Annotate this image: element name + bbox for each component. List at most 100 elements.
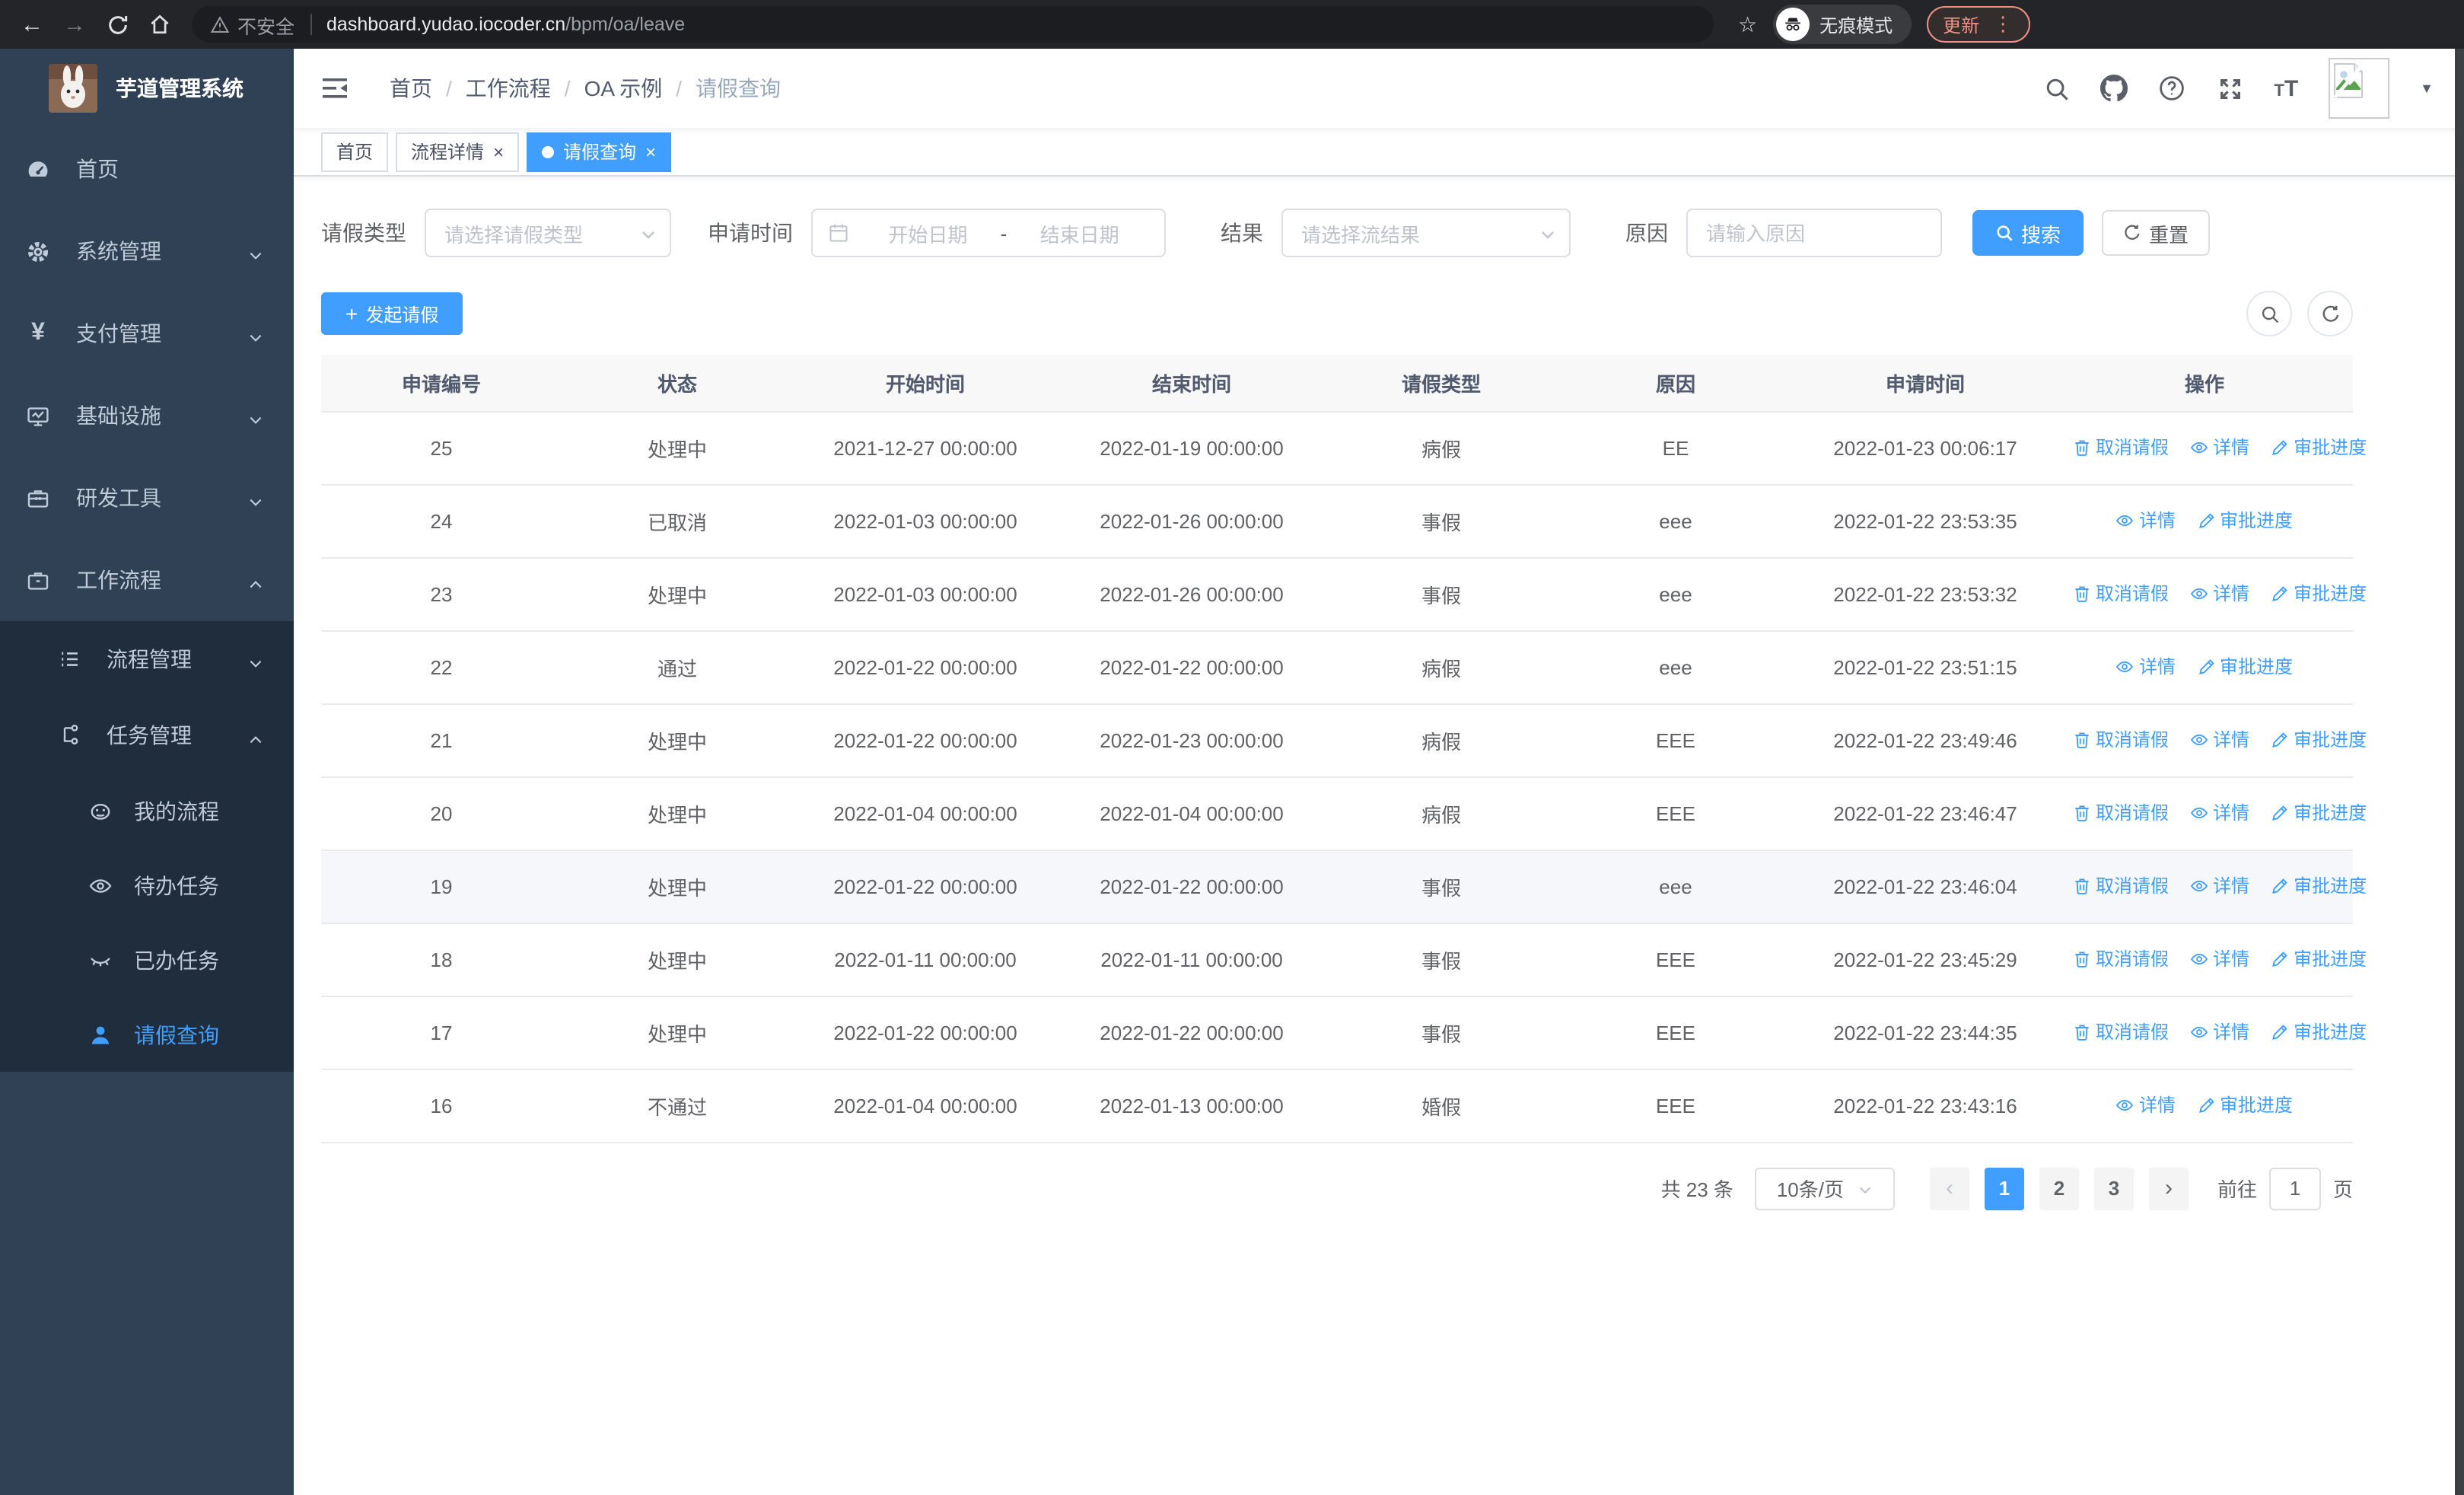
github-icon[interactable] (2100, 75, 2128, 102)
reload-icon[interactable] (97, 5, 137, 44)
breadcrumb-workflow[interactable]: 工作流程 (466, 73, 551, 104)
action-cancel-link[interactable]: 取消请假 (2073, 800, 2169, 826)
breadcrumb-home[interactable]: 首页 (390, 73, 432, 104)
reason-label: 原因 (1625, 221, 1668, 245)
fullscreen-icon[interactable] (2216, 75, 2243, 102)
action-detail-link[interactable]: 详情 (2190, 581, 2249, 607)
action-detail-link[interactable]: 详情 (2116, 508, 2176, 534)
table-row[interactable]: 18 处理中 2022-01-11 00:00:00 2022-01-11 00… (321, 923, 2367, 996)
table-row[interactable]: 16 不通过 2022-01-04 00:00:00 2022-01-13 00… (321, 1069, 2353, 1143)
reset-button-label: 重置 (2149, 223, 2189, 246)
leave-type-select[interactable]: 请选择请假类型 (425, 209, 671, 257)
sidebar-item-todo-tasks[interactable]: 待办任务 (0, 848, 294, 923)
sidebar-item-home[interactable]: 首页 (0, 128, 294, 210)
action-progress-link[interactable]: 审批进度 (2271, 873, 2367, 899)
action-detail-link[interactable]: 详情 (2190, 800, 2249, 826)
action-cancel-link[interactable]: 取消请假 (2073, 873, 2169, 899)
action-progress-link[interactable]: 审批进度 (2197, 1092, 2293, 1118)
sidebar-item-done-tasks[interactable]: 已办任务 (0, 923, 294, 997)
search-button[interactable]: 搜索 (1972, 210, 2084, 256)
table-row[interactable]: 25 处理中 2021-12-27 00:00:00 2022-01-19 00… (321, 411, 2367, 485)
sidebar-item-payment[interactable]: ¥ 支付管理 (0, 292, 294, 375)
table-row[interactable]: 22 通过 2022-01-22 00:00:00 2022-01-22 00:… (321, 630, 2353, 704)
action-progress-link[interactable]: 审批进度 (2271, 800, 2367, 826)
sidebar-item-devtools[interactable]: 研发工具 (0, 457, 294, 539)
sidebar-item-workflow[interactable]: 工作流程 (0, 539, 294, 621)
action-progress-link[interactable]: 审批进度 (2271, 946, 2367, 972)
tab-home[interactable]: 首页 (321, 132, 389, 171)
page-button-3[interactable]: 3 (2093, 1167, 2134, 1210)
action-detail-link[interactable]: 详情 (2190, 435, 2249, 461)
tab-leave-query[interactable]: 请假查询 × (527, 132, 672, 171)
page-scrollbar[interactable] (2455, 49, 2464, 1495)
action-detail-link[interactable]: 详情 (2190, 873, 2249, 899)
bookmark-star-icon[interactable]: ☆ (1738, 11, 1757, 37)
browser-menu-icon[interactable]: ⋮ (1993, 12, 2013, 37)
action-detail-link[interactable]: 详情 (2116, 654, 2176, 680)
refresh-table-button[interactable] (2307, 291, 2353, 336)
help-icon[interactable] (2158, 75, 2185, 102)
apply-time-range-picker[interactable]: 开始日期 - 结束日期 (811, 209, 1166, 257)
select-placeholder: 请选择请假类型 (444, 223, 584, 246)
table-row[interactable]: 23 处理中 2022-01-03 00:00:00 2022-01-26 00… (321, 557, 2367, 631)
breadcrumb-oa-example[interactable]: OA 示例 (584, 73, 663, 104)
action-progress-link[interactable]: 审批进度 (2271, 727, 2367, 753)
col-status: 状态 (562, 355, 793, 412)
close-icon[interactable]: × (645, 142, 656, 161)
tab-process-detail[interactable]: 流程详情 × (396, 132, 520, 171)
action-progress-link[interactable]: 审批进度 (2197, 508, 2293, 534)
sidebar-item-infrastructure[interactable]: 基础设施 (0, 375, 294, 457)
action-cancel-link[interactable]: 取消请假 (2073, 435, 2169, 461)
action-progress-link[interactable]: 审批进度 (2271, 435, 2367, 461)
prev-page-button[interactable]: ‹ (1929, 1167, 1969, 1210)
action-progress-link[interactable]: 审批进度 (2271, 1019, 2367, 1045)
action-detail-link[interactable]: 详情 (2116, 1092, 2176, 1118)
sidebar-item-system[interactable]: 系统管理 (0, 210, 294, 292)
action-progress-link[interactable]: 审批进度 (2197, 654, 2293, 680)
cell-start-time: 2022-01-22 00:00:00 (793, 630, 1058, 704)
create-leave-button[interactable]: + 发起请假 (321, 292, 463, 335)
table-row[interactable]: 24 已取消 2022-01-03 00:00:00 2022-01-26 00… (321, 484, 2353, 558)
table-row[interactable]: 17 处理中 2022-01-22 00:00:00 2022-01-22 00… (321, 996, 2367, 1069)
pen-icon (2271, 877, 2289, 895)
close-icon[interactable]: × (493, 142, 504, 161)
reason-input[interactable] (1686, 209, 1942, 257)
reset-button[interactable]: 重置 (2102, 210, 2211, 256)
goto-page-input[interactable] (2268, 1167, 2321, 1210)
home-icon[interactable] (140, 5, 180, 44)
url-bar[interactable]: 不安全 dashboard.yudao.iocoder.cn/bpm/oa/le… (192, 6, 1714, 43)
table-row[interactable]: 21 处理中 2022-01-22 00:00:00 2022-01-23 00… (321, 703, 2367, 777)
action-cancel-link[interactable]: 取消请假 (2073, 727, 2169, 753)
search-icon[interactable] (2042, 75, 2070, 102)
action-cancel-link[interactable]: 取消请假 (2073, 946, 2169, 972)
sidebar-item-label: 待办任务 (134, 873, 219, 897)
action-cancel-link[interactable]: 取消请假 (2073, 1019, 2169, 1045)
table-row[interactable]: 19 处理中 2022-01-22 00:00:00 2022-01-22 00… (321, 850, 2367, 923)
table-row[interactable]: 20 处理中 2022-01-04 00:00:00 2022-01-04 00… (321, 776, 2367, 850)
avatar-dropdown-caret-icon[interactable]: ▼ (2420, 81, 2434, 96)
update-button[interactable]: 更新 ⋮ (1926, 6, 2030, 43)
action-progress-link[interactable]: 审批进度 (2271, 581, 2367, 607)
sidebar-item-task-mgmt[interactable]: 任务管理 (0, 697, 294, 773)
avatar[interactable] (2329, 58, 2390, 119)
action-cancel-link[interactable]: 取消请假 (2073, 581, 2169, 607)
sidebar-collapse-icon[interactable] (320, 73, 350, 104)
font-size-icon[interactable]: TT (2274, 77, 2298, 100)
security-warning[interactable]: 不安全 (210, 10, 294, 39)
result-select[interactable]: 请选择流结果 (1281, 209, 1571, 257)
action-detail-link[interactable]: 详情 (2190, 727, 2249, 753)
action-detail-link[interactable]: 详情 (2190, 1019, 2249, 1045)
sidebar-item-process-mgmt[interactable]: 流程管理 (0, 621, 294, 697)
back-icon[interactable]: ← (12, 5, 52, 44)
next-page-button[interactable]: › (2148, 1167, 2189, 1210)
page-button-1[interactable]: 1 (1984, 1167, 2024, 1210)
sidebar-item-leave-query[interactable]: 请假查询 (0, 997, 294, 1072)
toggle-search-button[interactable] (2246, 291, 2292, 336)
apply-time-label: 申请时间 (708, 221, 793, 245)
page-size-select[interactable]: 10条/页 (1754, 1167, 1895, 1210)
forward-icon[interactable]: → (55, 5, 94, 44)
page-button-2[interactable]: 2 (2039, 1167, 2079, 1210)
sidebar-item-my-process[interactable]: 我的流程 (0, 773, 294, 848)
action-detail-link[interactable]: 详情 (2190, 946, 2249, 972)
sidebar-logo[interactable]: 芋道管理系统 (0, 49, 294, 128)
